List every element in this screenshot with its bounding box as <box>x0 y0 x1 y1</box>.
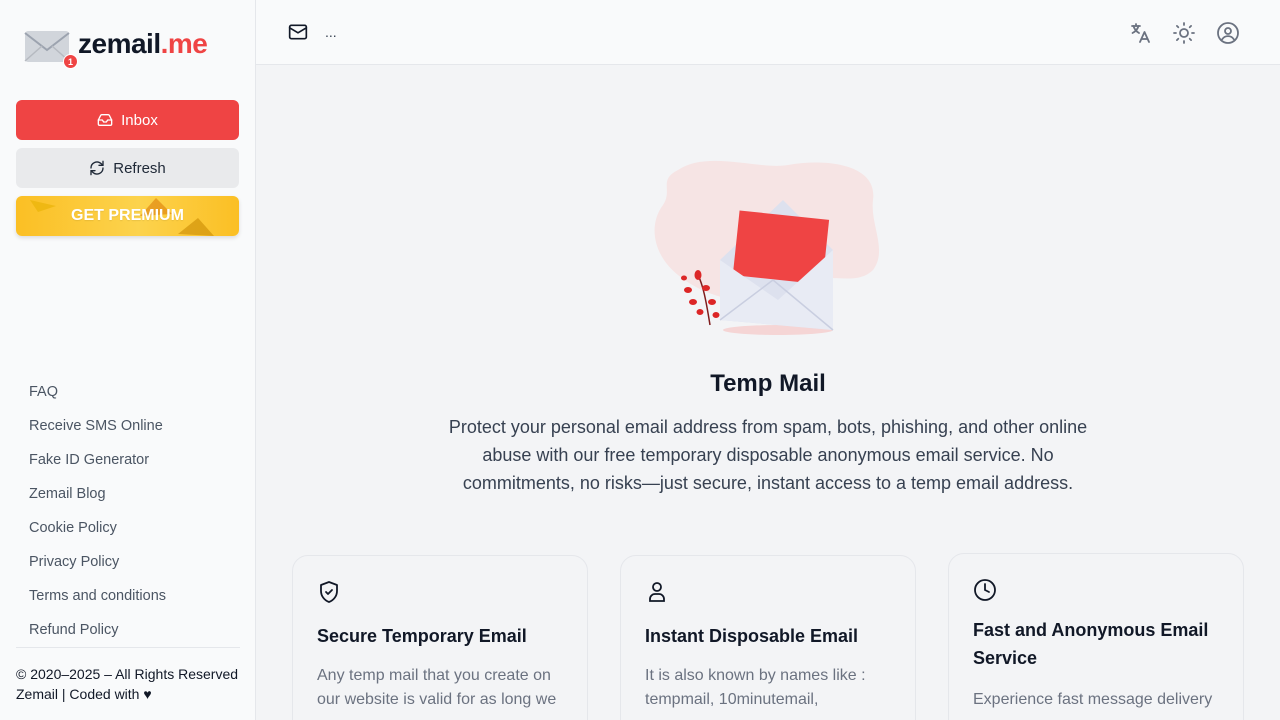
feature-card-secure: Secure Temporary Email Any temp mail tha… <box>292 555 588 720</box>
email-address-display[interactable]: ... <box>325 24 337 40</box>
refresh-label: Refresh <box>113 159 166 177</box>
inbox-label: Inbox <box>121 111 158 129</box>
sidebar-link-privacy-policy[interactable]: Privacy Policy <box>29 552 166 586</box>
inbox-icon <box>97 114 113 126</box>
feature-card-title: Fast and Anonymous Email Service <box>973 620 1209 668</box>
sidebar-link-faq[interactable]: FAQ <box>29 382 166 416</box>
mail-illustration <box>654 160 880 335</box>
sidebar-link-refund-policy[interactable]: Refund Policy <box>29 620 166 654</box>
sidebar-link-receive-sms[interactable]: Receive SMS Online <box>29 416 166 450</box>
page-title: Temp Mail <box>710 370 826 397</box>
refresh-icon <box>90 160 104 176</box>
inbox-button[interactable]: Inbox <box>16 100 239 140</box>
top-bar: ... <box>256 0 1280 65</box>
feature-card-text: It is also known by names like : tempmai… <box>645 667 866 708</box>
feature-card-title: Instant Disposable Email <box>645 626 859 646</box>
sidebar: 1 zemail.me Inbox Refresh GET PREMIUM FA… <box>0 0 256 720</box>
paper-plane-decoration-icon <box>30 200 56 212</box>
clock-icon <box>974 579 996 601</box>
copyright-line: © 2020–2025 – All Rights Reserved <box>16 666 239 682</box>
shield-check-icon <box>320 581 338 603</box>
sidebar-link-blog[interactable]: Zemail Blog <box>29 484 166 518</box>
sidebar-links: FAQ Receive SMS Online Fake ID Generator… <box>29 382 166 654</box>
sidebar-divider <box>16 647 240 648</box>
refresh-button[interactable]: Refresh <box>16 148 239 188</box>
feature-card-instant: Instant Disposable Email It is also know… <box>620 555 916 720</box>
feature-card-title: Secure Temporary Email <box>317 626 527 646</box>
get-premium-button[interactable]: GET PREMIUM <box>16 196 239 236</box>
sidebar-link-terms[interactable]: Terms and conditions <box>29 586 166 620</box>
copyright: © 2020–2025 – All Rights Reserved Zemail… <box>16 664 246 704</box>
sun-icon[interactable] <box>1172 21 1196 45</box>
user-icon <box>649 582 665 602</box>
logo-badge: 1 <box>63 54 78 69</box>
feature-card-fast: Fast and Anonymous Email Service Experie… <box>948 553 1244 720</box>
credits-line: Zemail | Coded with ♥ <box>16 686 152 702</box>
page-description: Protect your personal email address from… <box>448 417 1088 493</box>
mail-icon[interactable] <box>288 22 308 42</box>
sidebar-link-fake-id[interactable]: Fake ID Generator <box>29 450 166 484</box>
feature-card-text: Experience fast message delivery <box>973 691 1213 708</box>
user-circle-icon[interactable] <box>1216 21 1240 45</box>
translate-icon[interactable] <box>1128 21 1152 45</box>
get-premium-label: GET PREMIUM <box>71 207 184 224</box>
logo[interactable]: 1 zemail.me <box>24 26 234 72</box>
feature-card-text: Any temp mail that you create on our web… <box>317 667 557 708</box>
logo-text: zemail.me <box>78 28 208 59</box>
sidebar-link-cookie-policy[interactable]: Cookie Policy <box>29 518 166 552</box>
